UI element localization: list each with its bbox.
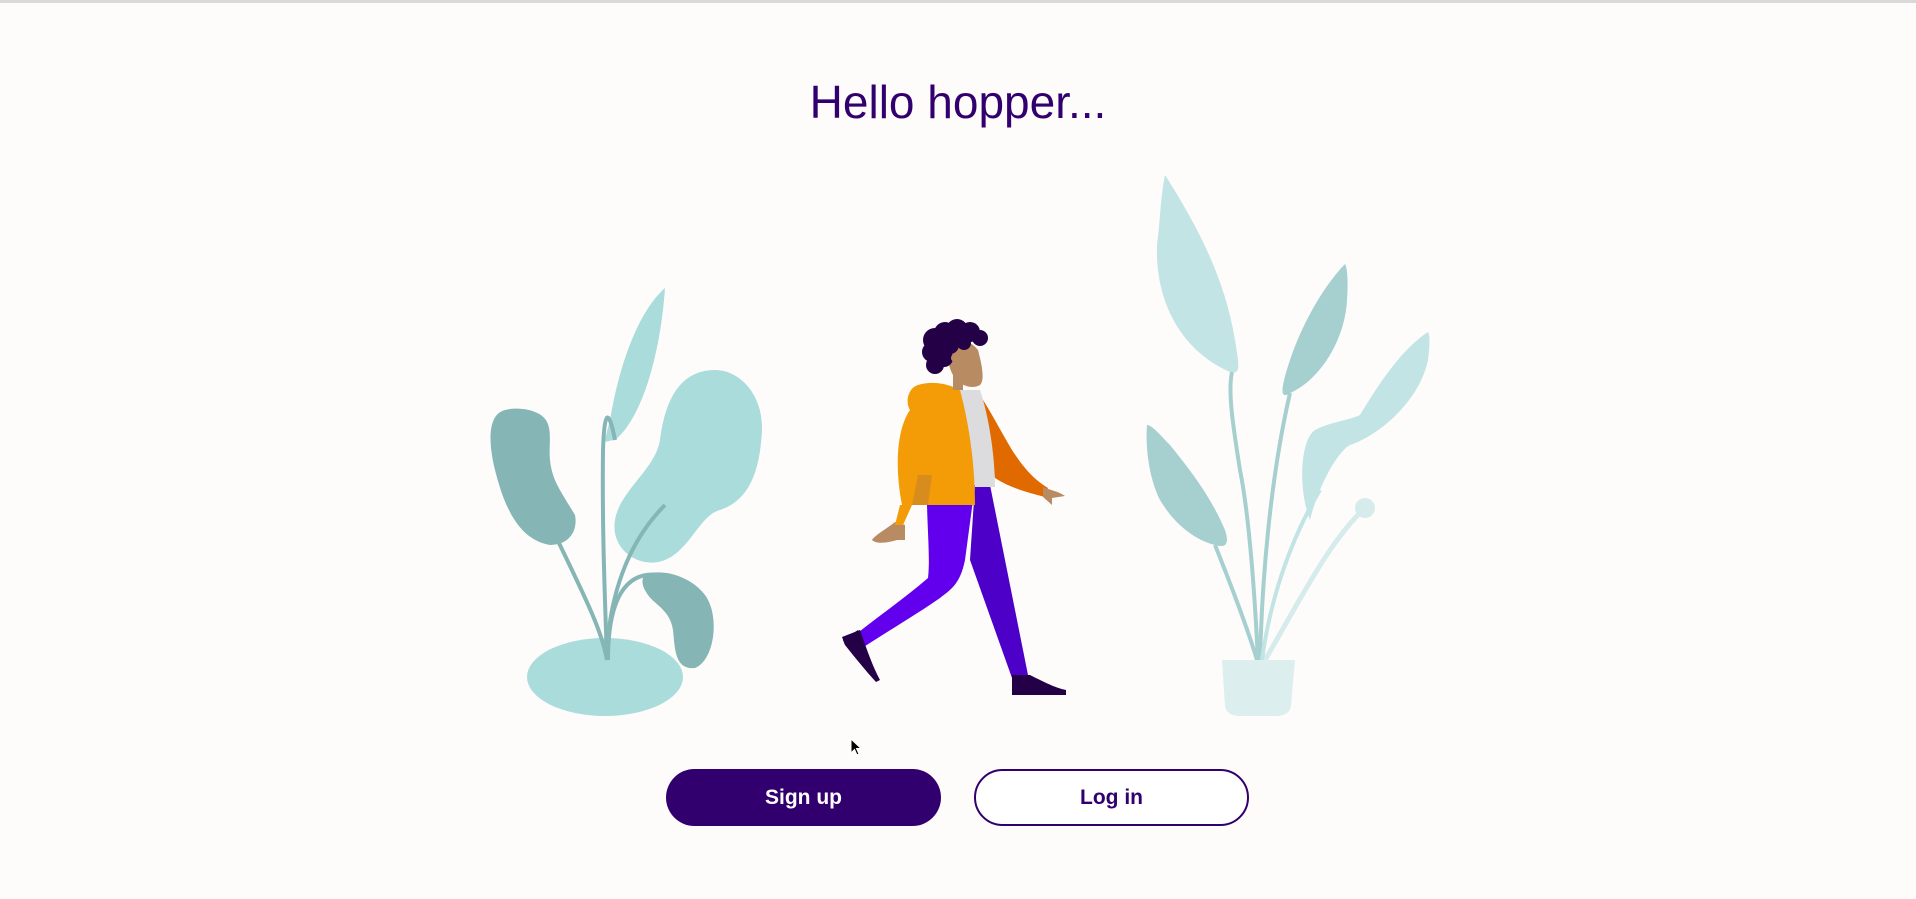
mouse-pointer-icon [850,738,863,756]
top-border [0,0,1916,3]
login-button[interactable]: Log in [974,769,1249,826]
welcome-illustration [490,175,1430,716]
left-plant-illustration [490,288,763,716]
walking-person-illustration [842,319,1066,695]
page-title: Hello hopper... [809,76,1107,128]
signup-button[interactable]: Sign up [666,769,941,826]
right-plant-illustration [1146,175,1430,716]
